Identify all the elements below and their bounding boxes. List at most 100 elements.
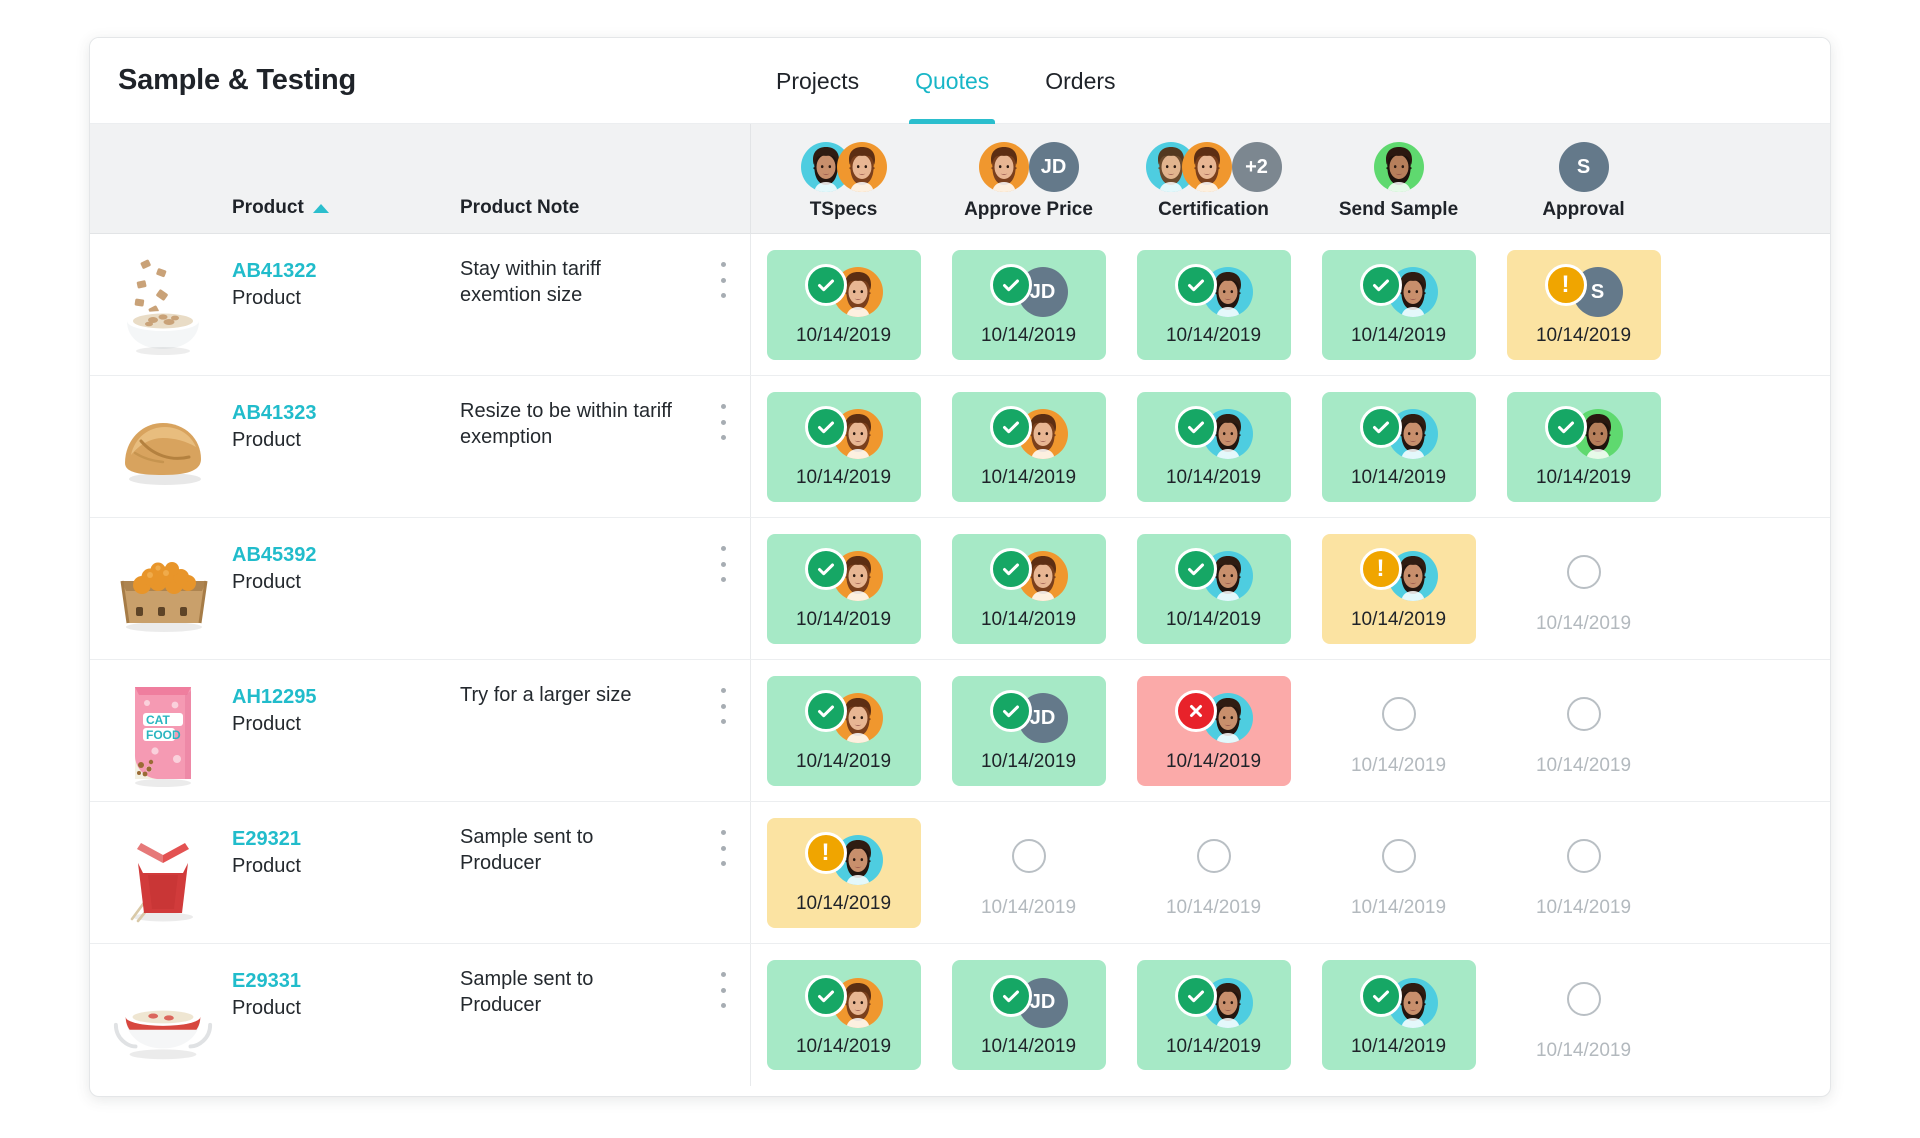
svg-text:CAT: CAT	[146, 713, 170, 727]
status-chip-empty[interactable]: 10/14/2019	[1507, 960, 1661, 1070]
stage-cell: 10/14/2019	[1306, 944, 1491, 1086]
kebab-menu-icon[interactable]	[712, 262, 734, 298]
chip-artwork	[804, 406, 883, 462]
stage-cell: 10/14/2019	[1121, 518, 1306, 659]
column-header-stage-certification[interactable]: +2 Certification	[1121, 124, 1306, 233]
status-chip-ok[interactable]: 10/14/2019	[1506, 391, 1661, 502]
column-header-product-label: Product	[232, 197, 304, 218]
stage-cell: ! 10/14/2019	[751, 802, 936, 943]
status-chip-warn[interactable]: ! 10/14/2019	[766, 817, 921, 928]
tab-quotes[interactable]: Quotes	[887, 38, 1017, 124]
stage-cell: 10/14/2019	[1121, 376, 1306, 517]
status-chip-ok[interactable]: 10/14/2019	[766, 533, 921, 644]
status-date: 10/14/2019	[1350, 467, 1447, 488]
column-header-stage-tspecs[interactable]: TSpecs	[751, 124, 936, 233]
chip-artwork	[1566, 971, 1601, 1027]
stage-avatar-group	[1373, 142, 1424, 192]
status-date: 10/14/2019	[1350, 1035, 1447, 1057]
product-subtitle: Product	[232, 855, 301, 877]
product-subtitle: Product	[232, 997, 301, 1019]
status-chip-ok[interactable]: 10/14/2019	[1321, 391, 1476, 502]
avatar[interactable]	[978, 142, 1029, 192]
status-date: 10/14/2019	[1535, 755, 1632, 776]
product-code-link[interactable]: AB41322	[232, 258, 317, 285]
chip-artwork	[1566, 828, 1601, 884]
empty-state-circle-icon	[1381, 697, 1416, 731]
status-chip-warn[interactable]: ! 10/14/2019	[1321, 533, 1476, 644]
avatar-overflow-count[interactable]: +2	[1231, 142, 1282, 192]
column-header-product[interactable]: Product	[90, 124, 460, 233]
avatar[interactable]	[1181, 142, 1232, 192]
status-chip-error[interactable]: 10/14/2019	[1136, 675, 1291, 786]
status-chip-empty[interactable]: 10/14/2019	[1322, 818, 1476, 928]
status-date: 10/14/2019	[980, 325, 1077, 346]
product-cell: AB41323 Product	[90, 376, 460, 517]
column-header-note[interactable]: Product Note	[460, 124, 750, 233]
svg-text:FOOD: FOOD	[146, 728, 181, 742]
status-check-icon	[1174, 974, 1217, 1017]
tab-label: Quotes	[915, 67, 990, 94]
status-chip-ok[interactable]: JD 10/14/2019	[951, 960, 1106, 1070]
chip-artwork	[1544, 406, 1623, 462]
stage-cell: 10/14/2019	[1491, 660, 1676, 801]
status-chip-ok[interactable]: JD 10/14/2019	[951, 249, 1106, 360]
column-header-stage-send-sample[interactable]: Send Sample	[1306, 124, 1491, 233]
status-chip-ok[interactable]: JD 10/14/2019	[951, 675, 1106, 786]
status-chip-empty[interactable]: 10/14/2019	[1507, 676, 1661, 786]
avatar[interactable]	[1373, 142, 1424, 192]
product-code-link[interactable]: AH12295	[232, 684, 317, 711]
column-header-row: Product Product Note TSpecs JD Approve Pri…	[90, 124, 1830, 234]
stage-header-group: TSpecs JD Approve Price +2 Certification Send…	[751, 124, 1676, 233]
status-chip-warn[interactable]: ! S 10/14/2019	[1506, 249, 1661, 360]
status-chip-ok[interactable]: 10/14/2019	[766, 960, 921, 1070]
status-chip-ok[interactable]: 10/14/2019	[766, 249, 921, 360]
product-note-cell: Try for a larger size	[460, 660, 750, 801]
status-chip-ok[interactable]: 10/14/2019	[1321, 960, 1476, 1070]
column-header-stage-approve-price[interactable]: JD Approve Price	[936, 124, 1121, 233]
status-chip-ok[interactable]: 10/14/2019	[951, 391, 1106, 502]
tab-projects[interactable]: Projects	[748, 38, 887, 124]
kebab-menu-icon[interactable]	[712, 830, 734, 866]
status-chip-empty[interactable]: 10/14/2019	[1322, 676, 1476, 786]
product-code-link[interactable]: AB41323	[232, 400, 317, 427]
status-date: 10/14/2019	[1165, 609, 1262, 630]
status-date: 10/14/2019	[980, 897, 1077, 918]
chip-artwork	[1174, 690, 1253, 746]
avatar[interactable]	[836, 142, 887, 192]
status-chip-empty[interactable]: 10/14/2019	[952, 818, 1106, 928]
kebab-menu-icon[interactable]	[712, 404, 734, 440]
status-chip-ok[interactable]: 10/14/2019	[1136, 391, 1291, 502]
chip-artwork	[1174, 406, 1253, 462]
column-header-stage-approval[interactable]: S Approval	[1491, 124, 1676, 233]
status-chip-empty[interactable]: 10/14/2019	[1507, 534, 1661, 644]
product-code-link[interactable]: E29321	[232, 826, 301, 853]
chip-artwork	[1359, 974, 1438, 1031]
chip-artwork	[1359, 406, 1438, 462]
status-check-icon	[804, 974, 847, 1017]
product-subtitle: Product	[232, 713, 301, 735]
product-note-text: Try for a larger size	[460, 684, 632, 706]
kebab-menu-icon[interactable]	[712, 688, 734, 724]
tab-orders[interactable]: Orders	[1017, 38, 1143, 124]
avatar-initials[interactable]: JD	[1028, 142, 1079, 192]
status-chip-ok[interactable]: 10/14/2019	[1321, 249, 1476, 360]
status-check-icon	[989, 264, 1032, 306]
status-chip-ok[interactable]: 10/14/2019	[951, 533, 1106, 644]
status-chip-ok[interactable]: 10/14/2019	[766, 675, 921, 786]
status-chip-ok[interactable]: 10/14/2019	[1136, 533, 1291, 644]
stage-cell: JD 10/14/2019	[936, 234, 1121, 375]
product-code-link[interactable]: E29331	[232, 968, 301, 995]
kebab-menu-icon[interactable]	[712, 546, 734, 582]
product-code-link[interactable]: AB45392	[232, 542, 317, 569]
status-chip-ok[interactable]: 10/14/2019	[1136, 249, 1291, 360]
avatar-initials[interactable]: S	[1558, 142, 1609, 192]
status-chip-empty[interactable]: 10/14/2019	[1507, 818, 1661, 928]
product-table-body: AB41322 Product Stay within tariff exemtio…	[90, 234, 1830, 1086]
status-chip-empty[interactable]: 10/14/2019	[1137, 818, 1291, 928]
status-chip-ok[interactable]: 10/14/2019	[766, 391, 921, 502]
status-chip-ok[interactable]: 10/14/2019	[1136, 960, 1291, 1070]
stage-label: Certification	[1158, 199, 1269, 220]
kebab-menu-icon[interactable]	[712, 972, 734, 1008]
status-date: 10/14/2019	[1535, 1039, 1632, 1061]
chip-artwork	[989, 406, 1068, 462]
